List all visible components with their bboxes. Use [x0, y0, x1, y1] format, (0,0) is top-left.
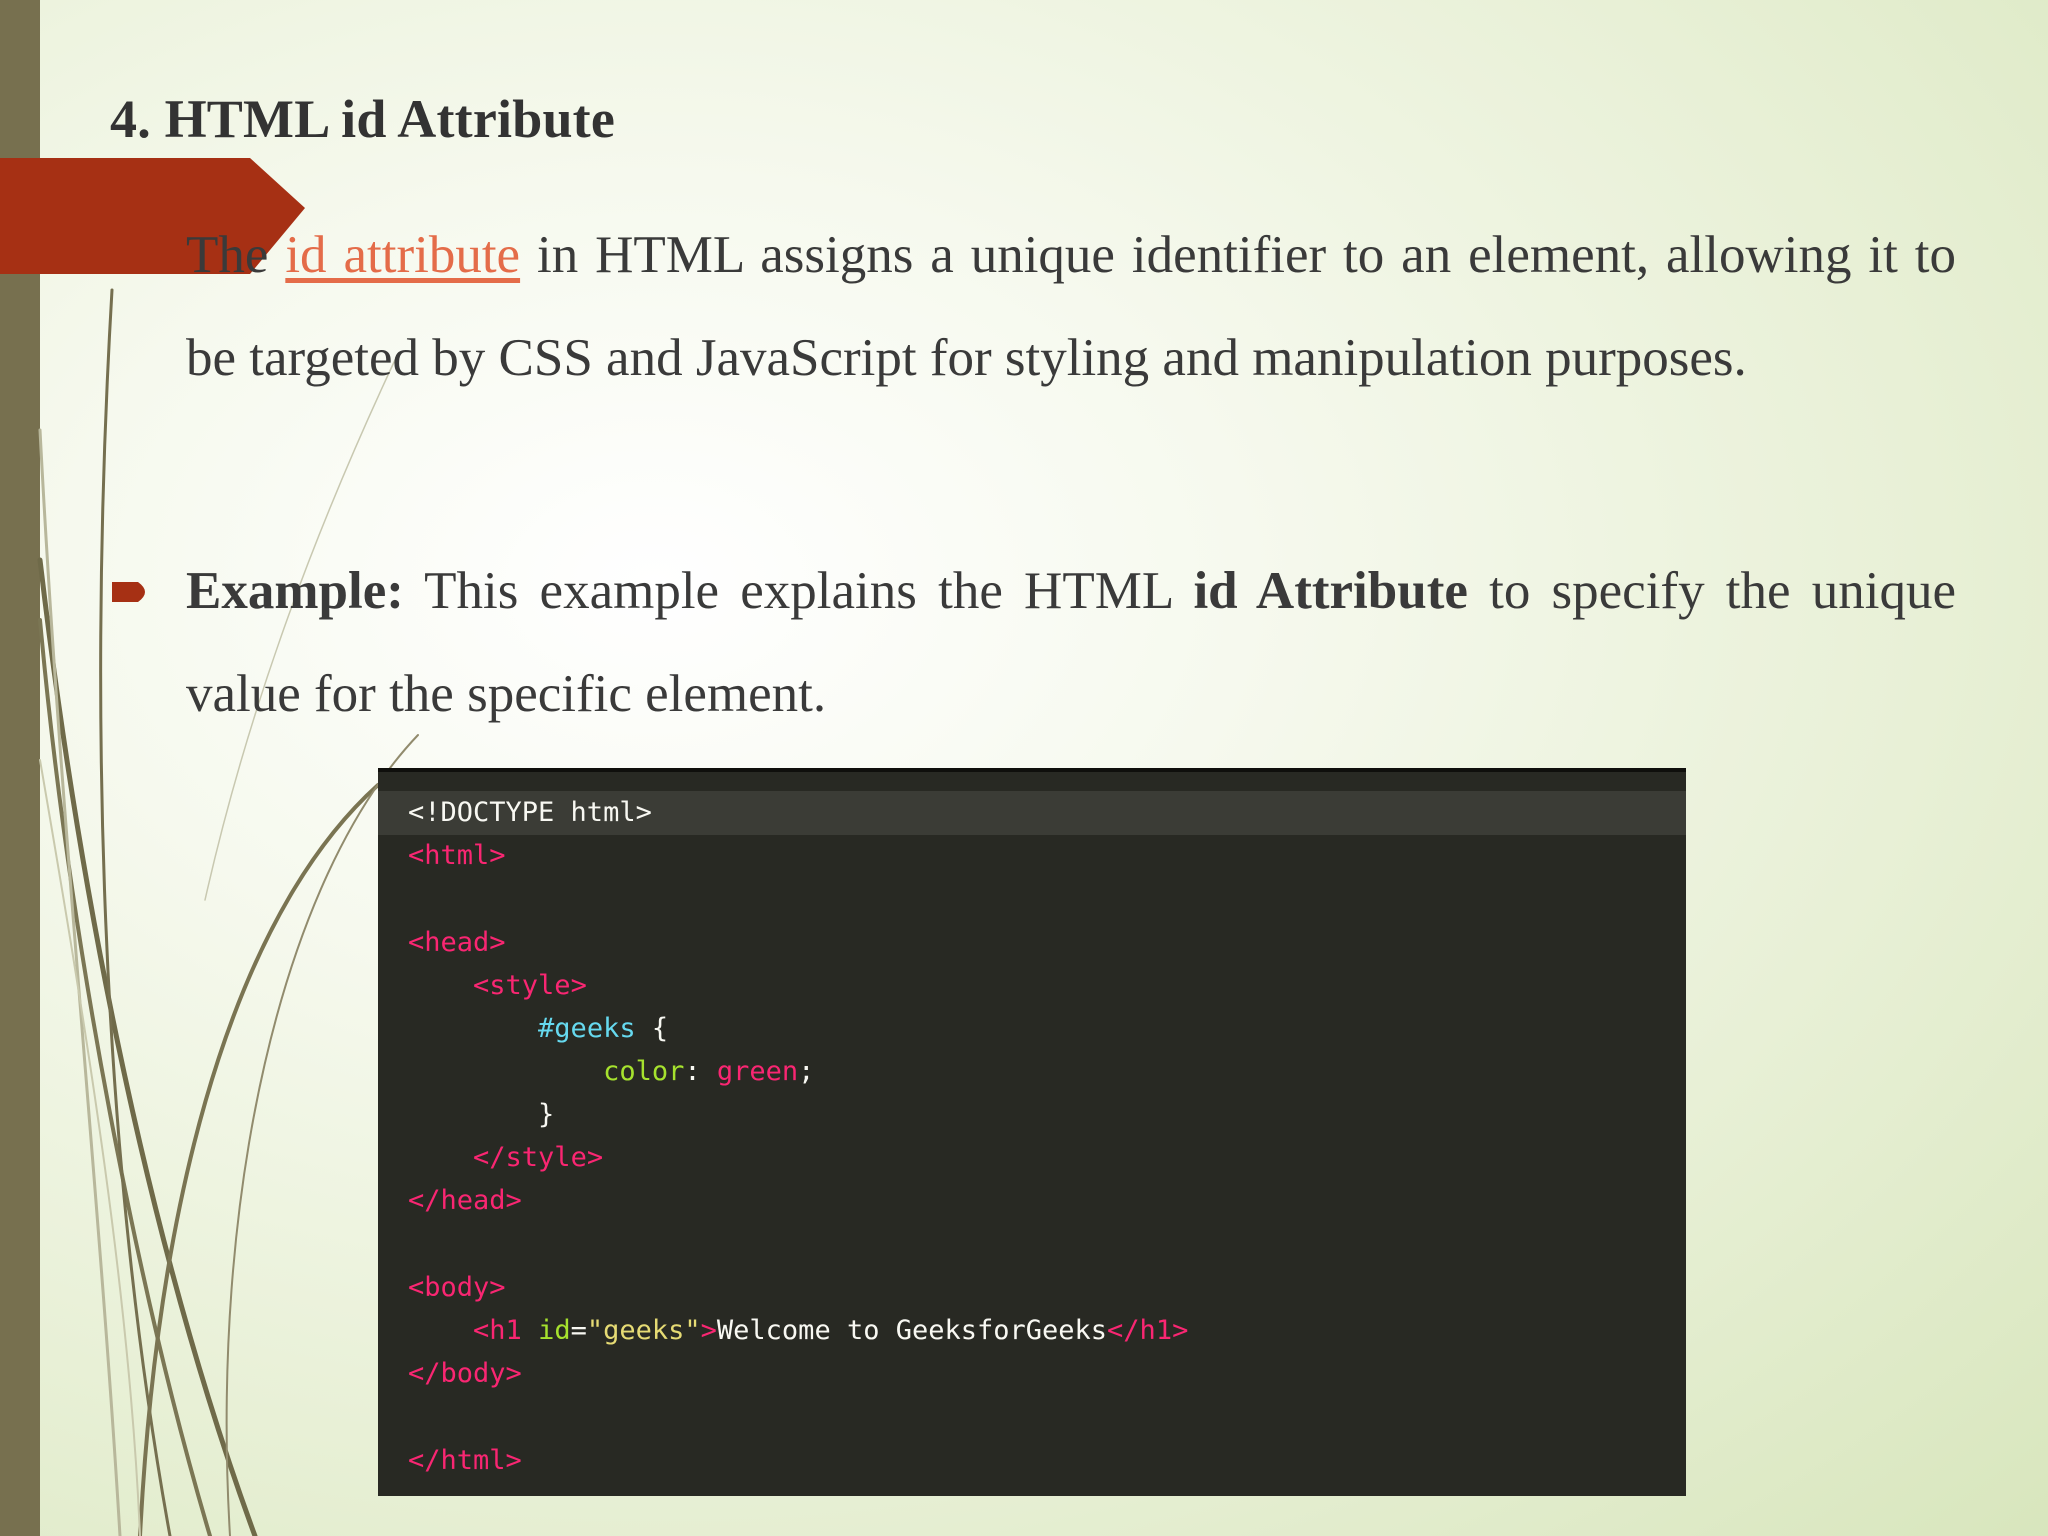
code-line-7: color: green; [603, 1056, 815, 1087]
id-attribute-bold: id Attribute [1193, 562, 1468, 620]
code-line-5: <style> [473, 970, 587, 1001]
code-line-14: </body> [408, 1358, 522, 1389]
id-attribute-link[interactable]: id attribute [285, 226, 520, 284]
code-line-16: </html> [408, 1445, 522, 1476]
code-line-8: } [538, 1099, 555, 1130]
code-line-4: <head> [408, 927, 506, 958]
code-line-12: <body> [408, 1272, 506, 1303]
code-line-10: </head> [408, 1185, 522, 1216]
example-paragraph: Example: This example explains the HTML … [186, 562, 1956, 723]
code-line-9: </style> [473, 1142, 604, 1173]
example-label: Example: [186, 562, 404, 620]
intro-paragraph: The id attribute in HTML assigns a uniqu… [186, 226, 1957, 387]
code-line-2: <html> [408, 840, 506, 871]
code-screenshot: <!DOCTYPE html> <html> <head> <style> #g… [378, 768, 1686, 1496]
code-line-1: <!DOCTYPE html> [408, 797, 652, 828]
bullet-arrow-icon [112, 582, 145, 602]
code-line-13: <h1 id="geeks">Welcome to GeeksforGeeks<… [473, 1315, 1189, 1346]
code-line-6: #geeks { [538, 1013, 669, 1044]
slide-title: 4. HTML id Attribute [110, 89, 616, 149]
